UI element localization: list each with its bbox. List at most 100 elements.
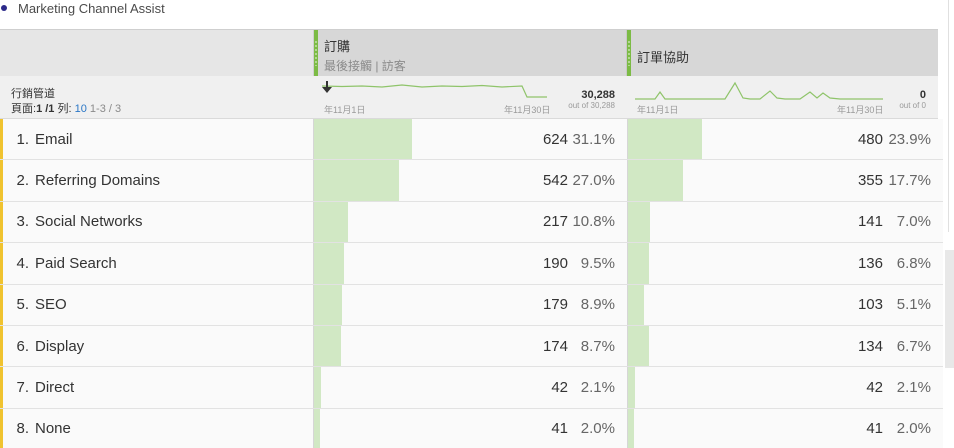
- rows-label: 列:: [57, 103, 72, 115]
- metric-cell-order-assist[interactable]: 41 2.0%: [628, 408, 938, 448]
- dimension-cell[interactable]: 2. Referring Domains: [3, 160, 314, 201]
- sparkline-chart: [635, 81, 883, 100]
- table-row[interactable]: 4. Paid Search 190 9.5% 136 6.8%: [0, 243, 943, 285]
- drag-handle-icon[interactable]: [628, 40, 630, 66]
- rows-per-page-select[interactable]: 10: [75, 103, 87, 115]
- cell-percent: 2.1%: [896, 379, 931, 397]
- freeform-table: 訂購 最後接觸 | 訪客 訂單協助 行銷管道 頁面:1 /1 列: 10 1-3…: [0, 29, 943, 448]
- metric-cell-order-assist[interactable]: 136 6.8%: [628, 243, 938, 284]
- sparkline-end-date: 年11月30日: [837, 105, 884, 115]
- table-row[interactable]: 5. SEO 179 8.9% 103 5.1%: [0, 284, 943, 326]
- sparkline-order-assist: 年11月1日 年11月30日 0 out of 0: [631, 76, 938, 119]
- cell-percent: 2.1%: [580, 379, 615, 397]
- sparkline-end-date: 年11月30日: [504, 105, 551, 115]
- dimension-title[interactable]: 行銷管道: [11, 85, 55, 101]
- cell-value: 542: [542, 172, 568, 190]
- value-bar: [314, 367, 321, 408]
- metric-header-order-assist[interactable]: 訂單協助: [627, 30, 938, 77]
- value-bar: [628, 243, 650, 284]
- table-row[interactable]: 2. Referring Domains 542 27.0% 355 17.7%: [0, 160, 943, 202]
- row-rank: 6.: [16, 337, 29, 355]
- metric-cell-order-assist[interactable]: 103 5.1%: [628, 284, 938, 325]
- value-bar: [314, 119, 412, 160]
- pagination: 頁面:1 /1 列: 10 1-3 / 3: [11, 100, 121, 116]
- row-label[interactable]: Social Networks: [35, 213, 143, 230]
- drag-handle-icon[interactable]: [315, 40, 317, 66]
- row-label[interactable]: Direct: [35, 379, 74, 396]
- table-row[interactable]: 7. Direct 42 2.1% 42 2.1%: [0, 367, 943, 409]
- cell-value: 41: [551, 420, 568, 438]
- row-label[interactable]: Display: [35, 338, 84, 355]
- value-bar: [314, 243, 344, 284]
- cell-percent: 31.1%: [572, 130, 615, 148]
- cell-percent: 5.1%: [896, 296, 931, 314]
- vertical-scrollbar[interactable]: [945, 250, 954, 368]
- panel-edge: [948, 0, 949, 232]
- metric-cell-orders[interactable]: 190 9.5%: [314, 243, 628, 284]
- metric-cell-order-assist[interactable]: 355 17.7%: [628, 160, 938, 201]
- cell-value: 136: [857, 254, 883, 272]
- dimension-cell[interactable]: 6. Display: [3, 325, 314, 367]
- metric-cell-orders[interactable]: 179 8.9%: [314, 284, 628, 325]
- row-label[interactable]: Email: [35, 131, 73, 148]
- table-row[interactable]: 6. Display 174 8.7% 134 6.7%: [0, 325, 943, 368]
- row-label[interactable]: SEO: [35, 296, 67, 313]
- row-label[interactable]: Paid Search: [35, 255, 117, 272]
- sparkline-start-date: 年11月1日: [324, 105, 366, 115]
- dimension-cell[interactable]: 4. Paid Search: [3, 243, 314, 284]
- metric-cell-orders[interactable]: 624 31.1%: [314, 119, 628, 160]
- metric-cell-orders[interactable]: 174 8.7%: [314, 325, 628, 367]
- panel-bullet-icon: [1, 5, 7, 11]
- cell-percent: 2.0%: [580, 420, 615, 438]
- cell-value: 355: [857, 172, 883, 190]
- cell-percent: 27.0%: [572, 172, 615, 190]
- metric-cell-order-assist[interactable]: 42 2.1%: [628, 367, 938, 408]
- metric-attribution[interactable]: 最後接觸 | 訪客: [324, 57, 406, 74]
- cell-percent: 6.8%: [896, 254, 931, 272]
- cell-value: 141: [857, 213, 883, 231]
- value-bar: [314, 408, 321, 448]
- dimension-cell[interactable]: 1. Email: [3, 119, 314, 160]
- row-rank: 5.: [16, 296, 29, 314]
- metric-cell-order-assist[interactable]: 134 6.7%: [628, 325, 938, 367]
- cell-value: 190: [542, 254, 568, 272]
- metric-cell-orders[interactable]: 42 2.1%: [314, 367, 628, 408]
- dimension-cell[interactable]: 5. SEO: [3, 284, 314, 325]
- table-body: 1. Email 624 31.1% 480 23.9% 2. Referring Domai…: [0, 119, 943, 448]
- row-rank: 4.: [16, 254, 29, 272]
- cell-percent: 8.7%: [580, 337, 615, 355]
- dimension-cell[interactable]: 3. Social Networks: [3, 201, 314, 243]
- row-label[interactable]: None: [35, 420, 71, 437]
- column-total: 30,288: [581, 89, 615, 101]
- page-value[interactable]: 1 /1: [36, 103, 54, 115]
- cell-percent: 6.7%: [896, 337, 931, 355]
- metric-cell-order-assist[interactable]: 141 7.0%: [628, 201, 938, 243]
- cell-percent: 8.9%: [580, 296, 615, 314]
- summary-row: 行銷管道 頁面:1 /1 列: 10 1-3 / 3 年11月1日 年11月30…: [0, 76, 938, 119]
- table-row[interactable]: 1. Email 624 31.1% 480 23.9%: [0, 119, 943, 161]
- metric-cell-order-assist[interactable]: 480 23.9%: [628, 119, 938, 160]
- value-bar: [628, 367, 635, 408]
- row-label[interactable]: Referring Domains: [35, 172, 160, 189]
- cell-value: 179: [542, 296, 568, 314]
- metric-cell-orders[interactable]: 217 10.8%: [314, 201, 628, 243]
- metric-cell-orders[interactable]: 542 27.0%: [314, 160, 628, 201]
- row-rank: 8.: [16, 420, 29, 438]
- metric-cell-orders[interactable]: 41 2.0%: [314, 408, 628, 448]
- dimension-cell[interactable]: 8. None: [3, 408, 314, 448]
- metric-header-orders[interactable]: 訂購 最後接觸 | 訪客: [314, 30, 627, 77]
- cell-value: 41: [866, 420, 883, 438]
- table-row[interactable]: 8. None 41 2.0% 41 2.0%: [0, 408, 943, 448]
- cell-percent: 2.0%: [896, 420, 931, 438]
- value-bar: [628, 160, 683, 201]
- sort-descending-icon[interactable]: [322, 81, 332, 93]
- panel-header[interactable]: Marketing Channel Assist: [0, 0, 165, 16]
- table-row[interactable]: 3. Social Networks 217 10.8% 141 7.0%: [0, 201, 943, 244]
- value-bar: [628, 408, 635, 448]
- cell-value: 480: [857, 130, 883, 148]
- panel-title: Marketing Channel Assist: [18, 0, 165, 16]
- cell-percent: 23.9%: [888, 130, 931, 148]
- sparkline-orders: 年11月1日 年11月30日 30,288 out of 30,288: [318, 76, 627, 119]
- dimension-cell[interactable]: 7. Direct: [3, 367, 314, 408]
- column-out-of: out of 30,288: [568, 101, 615, 110]
